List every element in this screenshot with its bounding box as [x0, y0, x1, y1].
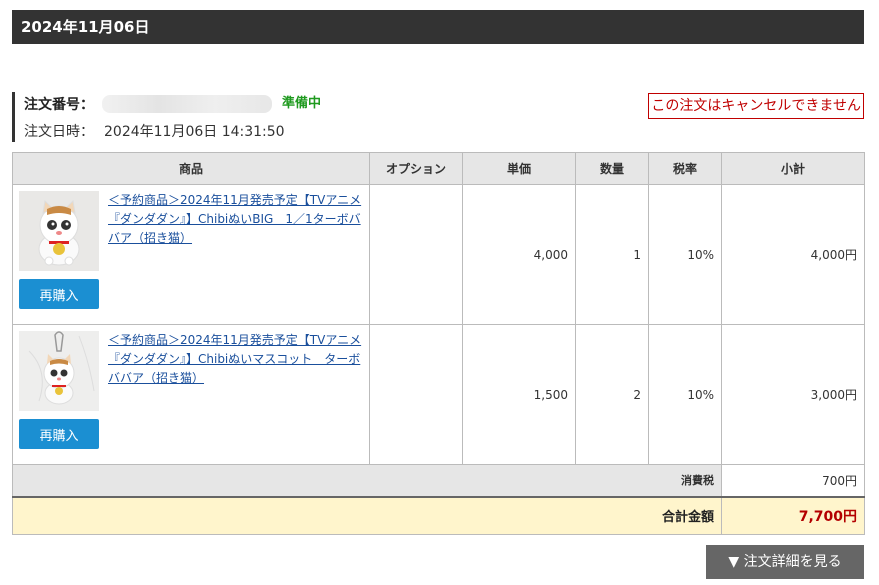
grand-total-row: 合計金額 7,700円	[12, 495, 865, 535]
table-header-row: 商品 オプション 単価 数量 税率 小計	[12, 152, 865, 185]
header-unit-price: 単価	[462, 152, 576, 185]
consumption-tax-row: 消費税 700円	[12, 464, 865, 497]
unit-price-cell: 1,500	[462, 324, 576, 465]
grand-total-label: 合計金額	[12, 495, 722, 535]
order-status-badge: 準備中	[282, 95, 322, 111]
table-row: 再購入 ＜予約商品＞2024年11月発売予定【TVアニメ『ダンダダン』】Chib…	[12, 184, 865, 325]
product-link[interactable]: ＜予約商品＞2024年11月発売予定【TVアニメ『ダンダダン』】ChibiぬいB…	[108, 191, 363, 309]
tax-rate-cell: 10%	[648, 324, 722, 465]
table-row: 再購入 ＜予約商品＞2024年11月発売予定【TVアニメ『ダンダダン』】Chib…	[12, 324, 865, 465]
subtotal-cell: 3,000円	[721, 324, 865, 465]
unit-price-cell: 4,000	[462, 184, 576, 325]
consumption-tax-label: 消費税	[12, 464, 722, 497]
consumption-tax-value: 700円	[721, 464, 865, 497]
rebuy-button[interactable]: 再購入	[19, 419, 99, 449]
order-items-table: 商品 オプション 単価 数量 税率 小計 再購入 ＜予約商品＞2024年11月発…	[12, 152, 865, 535]
header-quantity: 数量	[575, 152, 649, 185]
header-tax-rate: 税率	[648, 152, 722, 185]
product-cell: 再購入 ＜予約商品＞2024年11月発売予定【TVアニメ『ダンダダン』】Chib…	[12, 324, 370, 465]
cancel-unavailable-notice: この注文はキャンセルできません	[648, 93, 864, 119]
option-cell	[369, 184, 463, 325]
grand-total-value: 7,700円	[721, 495, 865, 535]
order-number-redacted	[102, 95, 272, 113]
subtotal-cell: 4,000円	[721, 184, 865, 325]
quantity-cell: 1	[575, 184, 649, 325]
order-number-row: 注文番号： 準備中	[24, 93, 321, 115]
order-datetime-row: 注文日時： 2024年11月06日 14:31:50	[24, 121, 285, 141]
order-datetime-label: 注文日時：	[24, 124, 94, 140]
quantity-cell: 2	[575, 324, 649, 465]
header-option: オプション	[369, 152, 463, 185]
product-image-lucky-cat-big[interactable]	[19, 191, 99, 271]
order-accent-rule	[12, 92, 15, 142]
order-date-header: 2024年11月06日	[12, 10, 864, 44]
tax-rate-cell: 10%	[648, 184, 722, 325]
product-link[interactable]: ＜予約商品＞2024年11月発売予定【TVアニメ『ダンダダン』】Chibiぬいマ…	[108, 331, 363, 449]
product-cell: 再購入 ＜予約商品＞2024年11月発売予定【TVアニメ『ダンダダン』】Chib…	[12, 184, 370, 325]
view-order-details-button[interactable]: ▼ 注文詳細を見る	[706, 545, 864, 579]
order-summary: 注文番号： 準備中 注文日時： 2024年11月06日 14:31:50 この注…	[12, 90, 864, 142]
option-cell	[369, 324, 463, 465]
order-number-label: 注文番号：	[24, 97, 94, 113]
product-image-lucky-cat-mascot[interactable]	[19, 331, 99, 411]
header-subtotal: 小計	[721, 152, 865, 185]
order-datetime-value: 2024年11月06日 14:31:50	[104, 124, 285, 140]
header-product: 商品	[12, 152, 370, 185]
rebuy-button[interactable]: 再購入	[19, 279, 99, 309]
